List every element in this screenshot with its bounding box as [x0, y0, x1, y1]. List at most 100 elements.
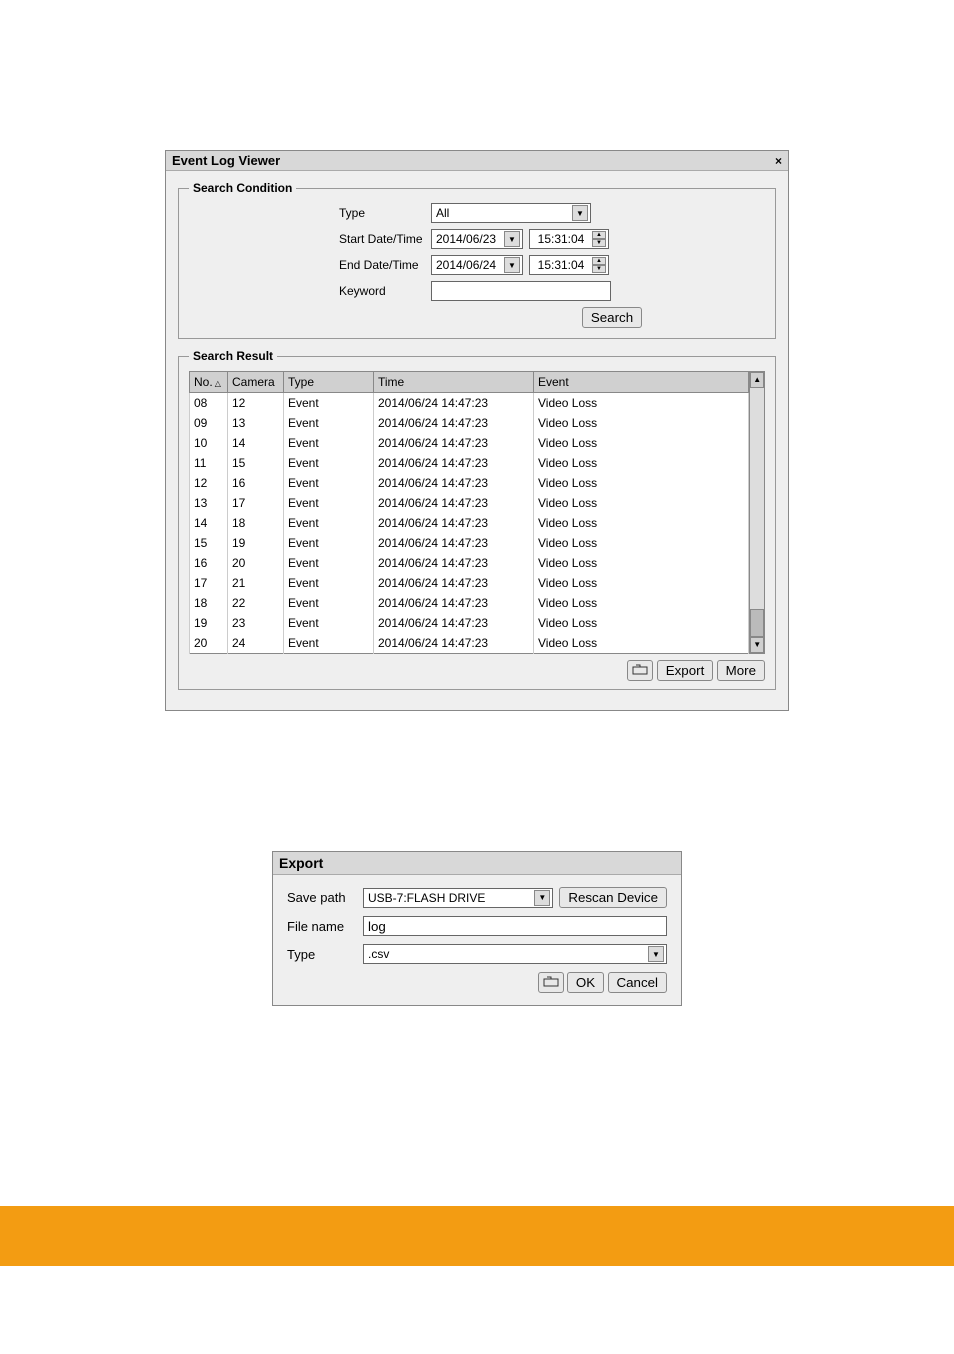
table-row[interactable]: 1216Event2014/06/24 14:47:23Video Loss [190, 473, 749, 493]
table-row[interactable]: 1115Event2014/06/24 14:47:23Video Loss [190, 453, 749, 473]
cell-no: 11 [190, 453, 228, 473]
header-camera[interactable]: Camera [228, 372, 284, 393]
table-row[interactable]: 1014Event2014/06/24 14:47:23Video Loss [190, 433, 749, 453]
cell-no: 14 [190, 513, 228, 533]
cell-no: 13 [190, 493, 228, 513]
header-event[interactable]: Event [534, 372, 749, 393]
header-time[interactable]: Time [374, 372, 534, 393]
cell-camera: 19 [228, 533, 284, 553]
cell-type: Event [284, 433, 374, 453]
cell-camera: 23 [228, 613, 284, 633]
cell-event: Video Loss [534, 633, 749, 654]
cell-event: Video Loss [534, 573, 749, 593]
end-datetime-label: End Date/Time [339, 258, 431, 272]
cell-event: Video Loss [534, 413, 749, 433]
chevron-down-icon: ▼ [572, 205, 588, 221]
cell-no: 19 [190, 613, 228, 633]
vertical-scrollbar[interactable]: ▲ ▼ [749, 371, 765, 654]
cell-no: 10 [190, 433, 228, 453]
scroll-thumb[interactable] [750, 609, 764, 637]
cell-camera: 17 [228, 493, 284, 513]
keyword-input[interactable] [431, 281, 611, 301]
table-row[interactable]: 2024Event2014/06/24 14:47:23Video Loss [190, 633, 749, 654]
save-path-value: USB-7:FLASH DRIVE [368, 891, 530, 905]
cell-event: Video Loss [534, 613, 749, 633]
cell-event: Video Loss [534, 453, 749, 473]
save-path-label: Save path [287, 890, 357, 905]
start-datetime-label: Start Date/Time [339, 232, 431, 246]
cell-event: Video Loss [534, 433, 749, 453]
cell-no: 08 [190, 393, 228, 414]
keyboard-icon-button[interactable] [627, 660, 653, 681]
cell-time: 2014/06/24 14:47:23 [374, 453, 534, 473]
keyword-label: Keyword [339, 284, 431, 298]
table-row[interactable]: 1519Event2014/06/24 14:47:23Video Loss [190, 533, 749, 553]
start-date-dropdown[interactable]: 2014/06/23 ▼ [431, 229, 523, 249]
table-row[interactable]: 1418Event2014/06/24 14:47:23Video Loss [190, 513, 749, 533]
cell-type: Event [284, 453, 374, 473]
chevron-down-icon: ▼ [648, 946, 664, 962]
cell-event: Video Loss [534, 593, 749, 613]
ok-button[interactable]: OK [567, 972, 604, 993]
cell-camera: 15 [228, 453, 284, 473]
start-date-value: 2014/06/23 [436, 232, 500, 246]
search-condition-legend: Search Condition [189, 181, 296, 195]
save-path-dropdown[interactable]: USB-7:FLASH DRIVE ▼ [363, 888, 553, 908]
export-type-dropdown[interactable]: .csv ▼ [363, 944, 667, 964]
chevron-down-icon: ▼ [504, 257, 520, 273]
end-date-dropdown[interactable]: 2014/06/24 ▼ [431, 255, 523, 275]
cell-time: 2014/06/24 14:47:23 [374, 633, 534, 654]
sort-asc-icon: △ [215, 379, 221, 388]
filename-input[interactable] [363, 916, 667, 936]
export-button[interactable]: Export [657, 660, 714, 681]
spin-up-icon[interactable]: ▲ [592, 257, 606, 265]
cell-time: 2014/06/24 14:47:23 [374, 413, 534, 433]
more-button[interactable]: More [717, 660, 765, 681]
keyboard-icon-button[interactable] [538, 972, 564, 993]
table-row[interactable]: 0812Event2014/06/24 14:47:23Video Loss [190, 393, 749, 414]
cancel-button[interactable]: Cancel [608, 972, 668, 993]
rescan-device-button[interactable]: Rescan Device [559, 887, 667, 908]
keyboard-icon [543, 975, 559, 987]
search-result-legend: Search Result [189, 349, 277, 363]
spin-down-icon[interactable]: ▼ [592, 239, 606, 247]
cell-event: Video Loss [534, 473, 749, 493]
cell-event: Video Loss [534, 553, 749, 573]
cell-no: 15 [190, 533, 228, 553]
type-dropdown[interactable]: All ▼ [431, 203, 591, 223]
cell-camera: 14 [228, 433, 284, 453]
export-type-value: .csv [368, 947, 644, 961]
cell-type: Event [284, 553, 374, 573]
start-time-spinner[interactable]: 15:31:04 ▲ ▼ [529, 229, 609, 249]
table-row[interactable]: 1620Event2014/06/24 14:47:23Video Loss [190, 553, 749, 573]
end-time-spinner[interactable]: 15:31:04 ▲ ▼ [529, 255, 609, 275]
titlebar: Event Log Viewer × [166, 151, 788, 171]
table-row[interactable]: 1822Event2014/06/24 14:47:23Video Loss [190, 593, 749, 613]
chevron-down-icon: ▼ [534, 890, 550, 906]
cell-time: 2014/06/24 14:47:23 [374, 533, 534, 553]
cell-time: 2014/06/24 14:47:23 [374, 593, 534, 613]
cell-time: 2014/06/24 14:47:23 [374, 573, 534, 593]
keyboard-icon [632, 663, 648, 675]
chevron-down-icon: ▼ [504, 231, 520, 247]
table-row[interactable]: 1317Event2014/06/24 14:47:23Video Loss [190, 493, 749, 513]
search-result-fieldset: Search Result No.△ Camera Type Time Even… [178, 349, 776, 690]
export-title: Export [273, 852, 681, 875]
close-icon[interactable]: × [775, 154, 782, 168]
header-type[interactable]: Type [284, 372, 374, 393]
scroll-down-icon[interactable]: ▼ [750, 637, 764, 653]
cell-camera: 18 [228, 513, 284, 533]
cell-time: 2014/06/24 14:47:23 [374, 553, 534, 573]
table-row[interactable]: 1923Event2014/06/24 14:47:23Video Loss [190, 613, 749, 633]
table-row[interactable]: 0913Event2014/06/24 14:47:23Video Loss [190, 413, 749, 433]
spin-down-icon[interactable]: ▼ [592, 265, 606, 273]
cell-time: 2014/06/24 14:47:23 [374, 493, 534, 513]
cell-time: 2014/06/24 14:47:23 [374, 513, 534, 533]
header-no[interactable]: No.△ [190, 372, 228, 393]
table-row[interactable]: 1721Event2014/06/24 14:47:23Video Loss [190, 573, 749, 593]
spin-up-icon[interactable]: ▲ [592, 231, 606, 239]
start-time-value: 15:31:04 [534, 232, 588, 246]
search-button[interactable]: Search [582, 307, 642, 328]
cell-time: 2014/06/24 14:47:23 [374, 473, 534, 493]
scroll-up-icon[interactable]: ▲ [750, 372, 764, 388]
